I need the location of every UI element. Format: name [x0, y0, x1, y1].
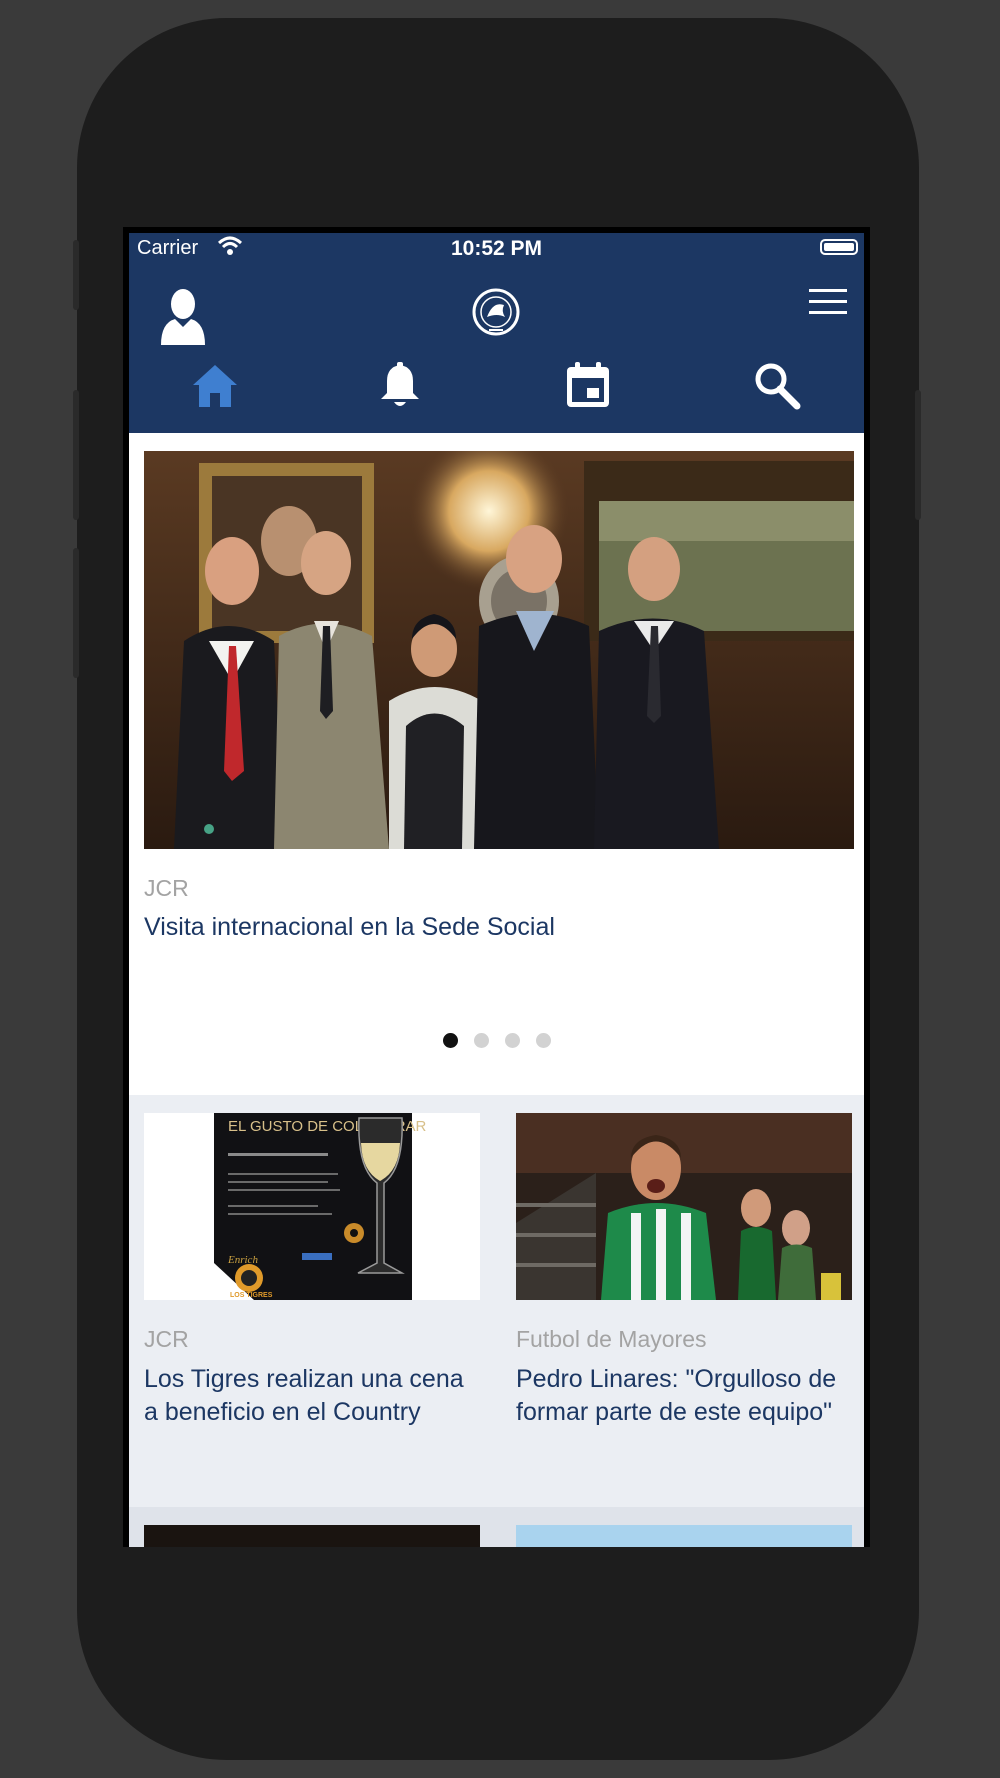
top-navigation-bar: Carrier 10:52 PM — [129, 233, 864, 433]
battery-icon — [820, 239, 858, 255]
featured-category: JCR — [144, 875, 189, 901]
volume-down-button — [73, 548, 79, 678]
news-card-image[interactable]: EL GUSTO DE COLABORAR Enrich LOS TIGRES — [144, 1113, 480, 1300]
news-card-title[interactable]: Pedro Linares: "Orgulloso de formar part… — [516, 1363, 852, 1429]
club-logo[interactable] — [471, 287, 521, 342]
news-feed[interactable]: JCR Visita internacional en la Sede Soci… — [129, 433, 864, 1547]
menu-icon[interactable] — [809, 288, 847, 321]
carousel-page-indicator[interactable] — [129, 1033, 864, 1053]
news-card-image-partial[interactable] — [516, 1525, 852, 1547]
search-icon — [753, 363, 801, 415]
person-icon[interactable] — [159, 287, 207, 352]
page-dot-1[interactable] — [442, 1033, 458, 1048]
featured-carousel[interactable]: JCR Visita internacional en la Sede Soci… — [129, 433, 864, 1095]
news-card-category: JCR — [144, 1326, 189, 1352]
featured-photo[interactable] — [144, 451, 854, 849]
bell-icon — [377, 362, 423, 415]
news-card[interactable]: Futbol de Mayores Pedro Linares: "Orgull… — [516, 1113, 852, 1429]
tab-notifications[interactable] — [377, 361, 437, 417]
app-screen: Carrier 10:52 PM JCR Visita internaciona… — [129, 233, 864, 1547]
featured-title[interactable]: Visita internacional en la Sede Social — [144, 911, 555, 944]
news-card-image-partial[interactable] — [144, 1525, 480, 1547]
calendar-icon — [565, 362, 611, 415]
flyer-signature-text: Enrich — [227, 1254, 258, 1266]
status-bar: Carrier 10:52 PM — [129, 233, 864, 263]
mute-switch — [73, 240, 79, 310]
news-card-title[interactable]: Los Tigres realizan una cena a beneficio… — [144, 1363, 480, 1429]
tab-calendar[interactable] — [565, 361, 625, 417]
power-button — [915, 390, 921, 520]
news-grid: EL GUSTO DE COLABORAR Enrich LOS TIGRES … — [129, 1095, 864, 1547]
page-dot-4[interactable] — [535, 1033, 551, 1048]
news-card[interactable]: EL GUSTO DE COLABORAR Enrich LOS TIGRES … — [144, 1113, 480, 1429]
news-card-image[interactable] — [516, 1113, 852, 1300]
news-card-category: Futbol de Mayores — [516, 1326, 707, 1352]
clock-label: 10:52 PM — [450, 237, 543, 260]
page-dot-3[interactable] — [504, 1033, 520, 1048]
next-row-partial — [129, 1507, 864, 1547]
tab-home[interactable] — [189, 361, 249, 417]
device-screen: Carrier 10:52 PM JCR Visita internaciona… — [123, 227, 870, 1547]
tab-search[interactable] — [753, 361, 813, 417]
volume-up-button — [73, 390, 79, 520]
los-tigres-logo: LOS TIGRES — [230, 1292, 273, 1299]
page-dot-2[interactable] — [473, 1033, 489, 1048]
home-icon — [189, 365, 241, 415]
